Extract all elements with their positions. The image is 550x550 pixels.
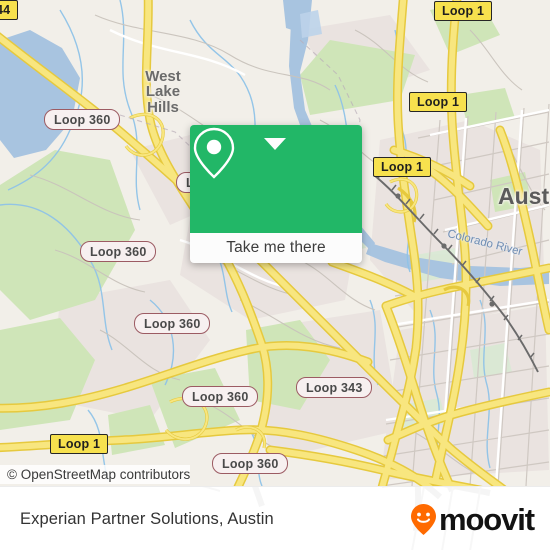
map-canvas[interactable]: West Lake Hills Austin Colorado River 44… (0, 0, 550, 486)
moovit-wordmark: moovit (438, 501, 535, 537)
location-pin-icon (193, 127, 235, 179)
shield-loop-360-lower[interactable]: Loop 360 (182, 386, 259, 407)
shield-loop-1-mid[interactable]: Loop 1 (373, 157, 432, 177)
take-me-there-button[interactable]: Take me there (190, 233, 362, 263)
take-me-there-label: Take me there (226, 239, 326, 256)
shield-loop-343[interactable]: Loop 343 (296, 377, 373, 398)
page-title: Experian Partner Solutions, Austin (20, 509, 274, 528)
shield-loop-1-upper[interactable]: Loop 1 (409, 92, 468, 112)
shield-loop-1-bottomleft[interactable]: Loop 1 (50, 434, 109, 454)
shield-loop-1-top[interactable]: Loop 1 (434, 1, 493, 21)
shield-loop-360-topleft[interactable]: Loop 360 (44, 109, 121, 130)
moovit-logo[interactable]: moovit (410, 501, 535, 537)
card-pointer-arrow (264, 138, 286, 150)
shield-loop-360-left[interactable]: Loop 360 (80, 241, 157, 262)
map-page: West Lake Hills Austin Colorado River 44… (0, 0, 550, 550)
footer-bar: Experian Partner Solutions, Austin moovi… (0, 486, 550, 550)
map-attribution: © OpenStreetMap contributors (0, 462, 550, 486)
attribution-text: © OpenStreetMap contributors (0, 464, 191, 484)
moovit-pin-icon (410, 503, 436, 535)
shield-us-44-corner[interactable]: 44 (0, 0, 19, 20)
shield-loop-360-center[interactable]: Loop 360 (134, 313, 211, 334)
